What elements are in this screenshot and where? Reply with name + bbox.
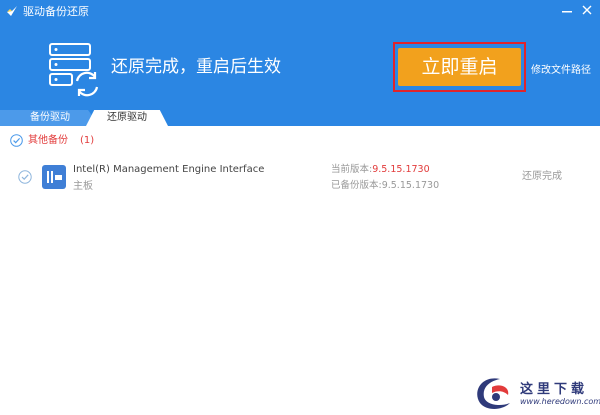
current-version-value: 9.5.15.1730 [372, 164, 430, 175]
server-restore-icon [49, 43, 99, 97]
status-message: 还原完成，重启后生效 [111, 57, 281, 77]
network-adapter-icon [42, 165, 66, 189]
device-name: Intel(R) Management Engine Interface [73, 164, 265, 175]
watermark-name: 这里下载 [520, 382, 589, 397]
window-title: 驱动备份还原 [23, 5, 89, 18]
group-count: (1) [80, 135, 95, 146]
row-checkbox-icon[interactable] [18, 170, 32, 184]
group-checkbox-icon[interactable] [10, 134, 23, 147]
close-icon[interactable] [578, 2, 596, 20]
change-path-link[interactable]: 修改文件路径 [531, 61, 591, 76]
current-version-label: 当前版本: [331, 164, 373, 175]
backup-version-label: 已备份版本: [331, 180, 382, 191]
watermark-logo-icon [477, 378, 510, 409]
backup-version: 已备份版本:9.5.15.1730 [331, 180, 439, 192]
device-category: 主板 [73, 181, 93, 192]
app-logo-icon [7, 6, 17, 16]
tab-restore-drivers[interactable]: 还原驱动 [86, 110, 168, 126]
tab-backup-drivers[interactable]: 备份驱动 [0, 110, 100, 126]
backup-version-value: 9.5.15.1730 [381, 180, 440, 191]
current-version: 当前版本:9.5.15.1730 [331, 164, 430, 176]
header: 驱动备份还原 还原完成，重启后生效 立即重启 修改文件路径 备份驱动 还原驱动 [0, 0, 600, 126]
minimize-icon[interactable] [558, 2, 576, 20]
title-bar: 驱动备份还原 [0, 0, 600, 24]
group-label: 其他备份 [28, 135, 68, 146]
restart-now-button[interactable]: 立即重启 [398, 48, 521, 86]
restore-status: 还原完成 [522, 171, 562, 182]
watermark-url: www.heredown.com [520, 397, 600, 406]
